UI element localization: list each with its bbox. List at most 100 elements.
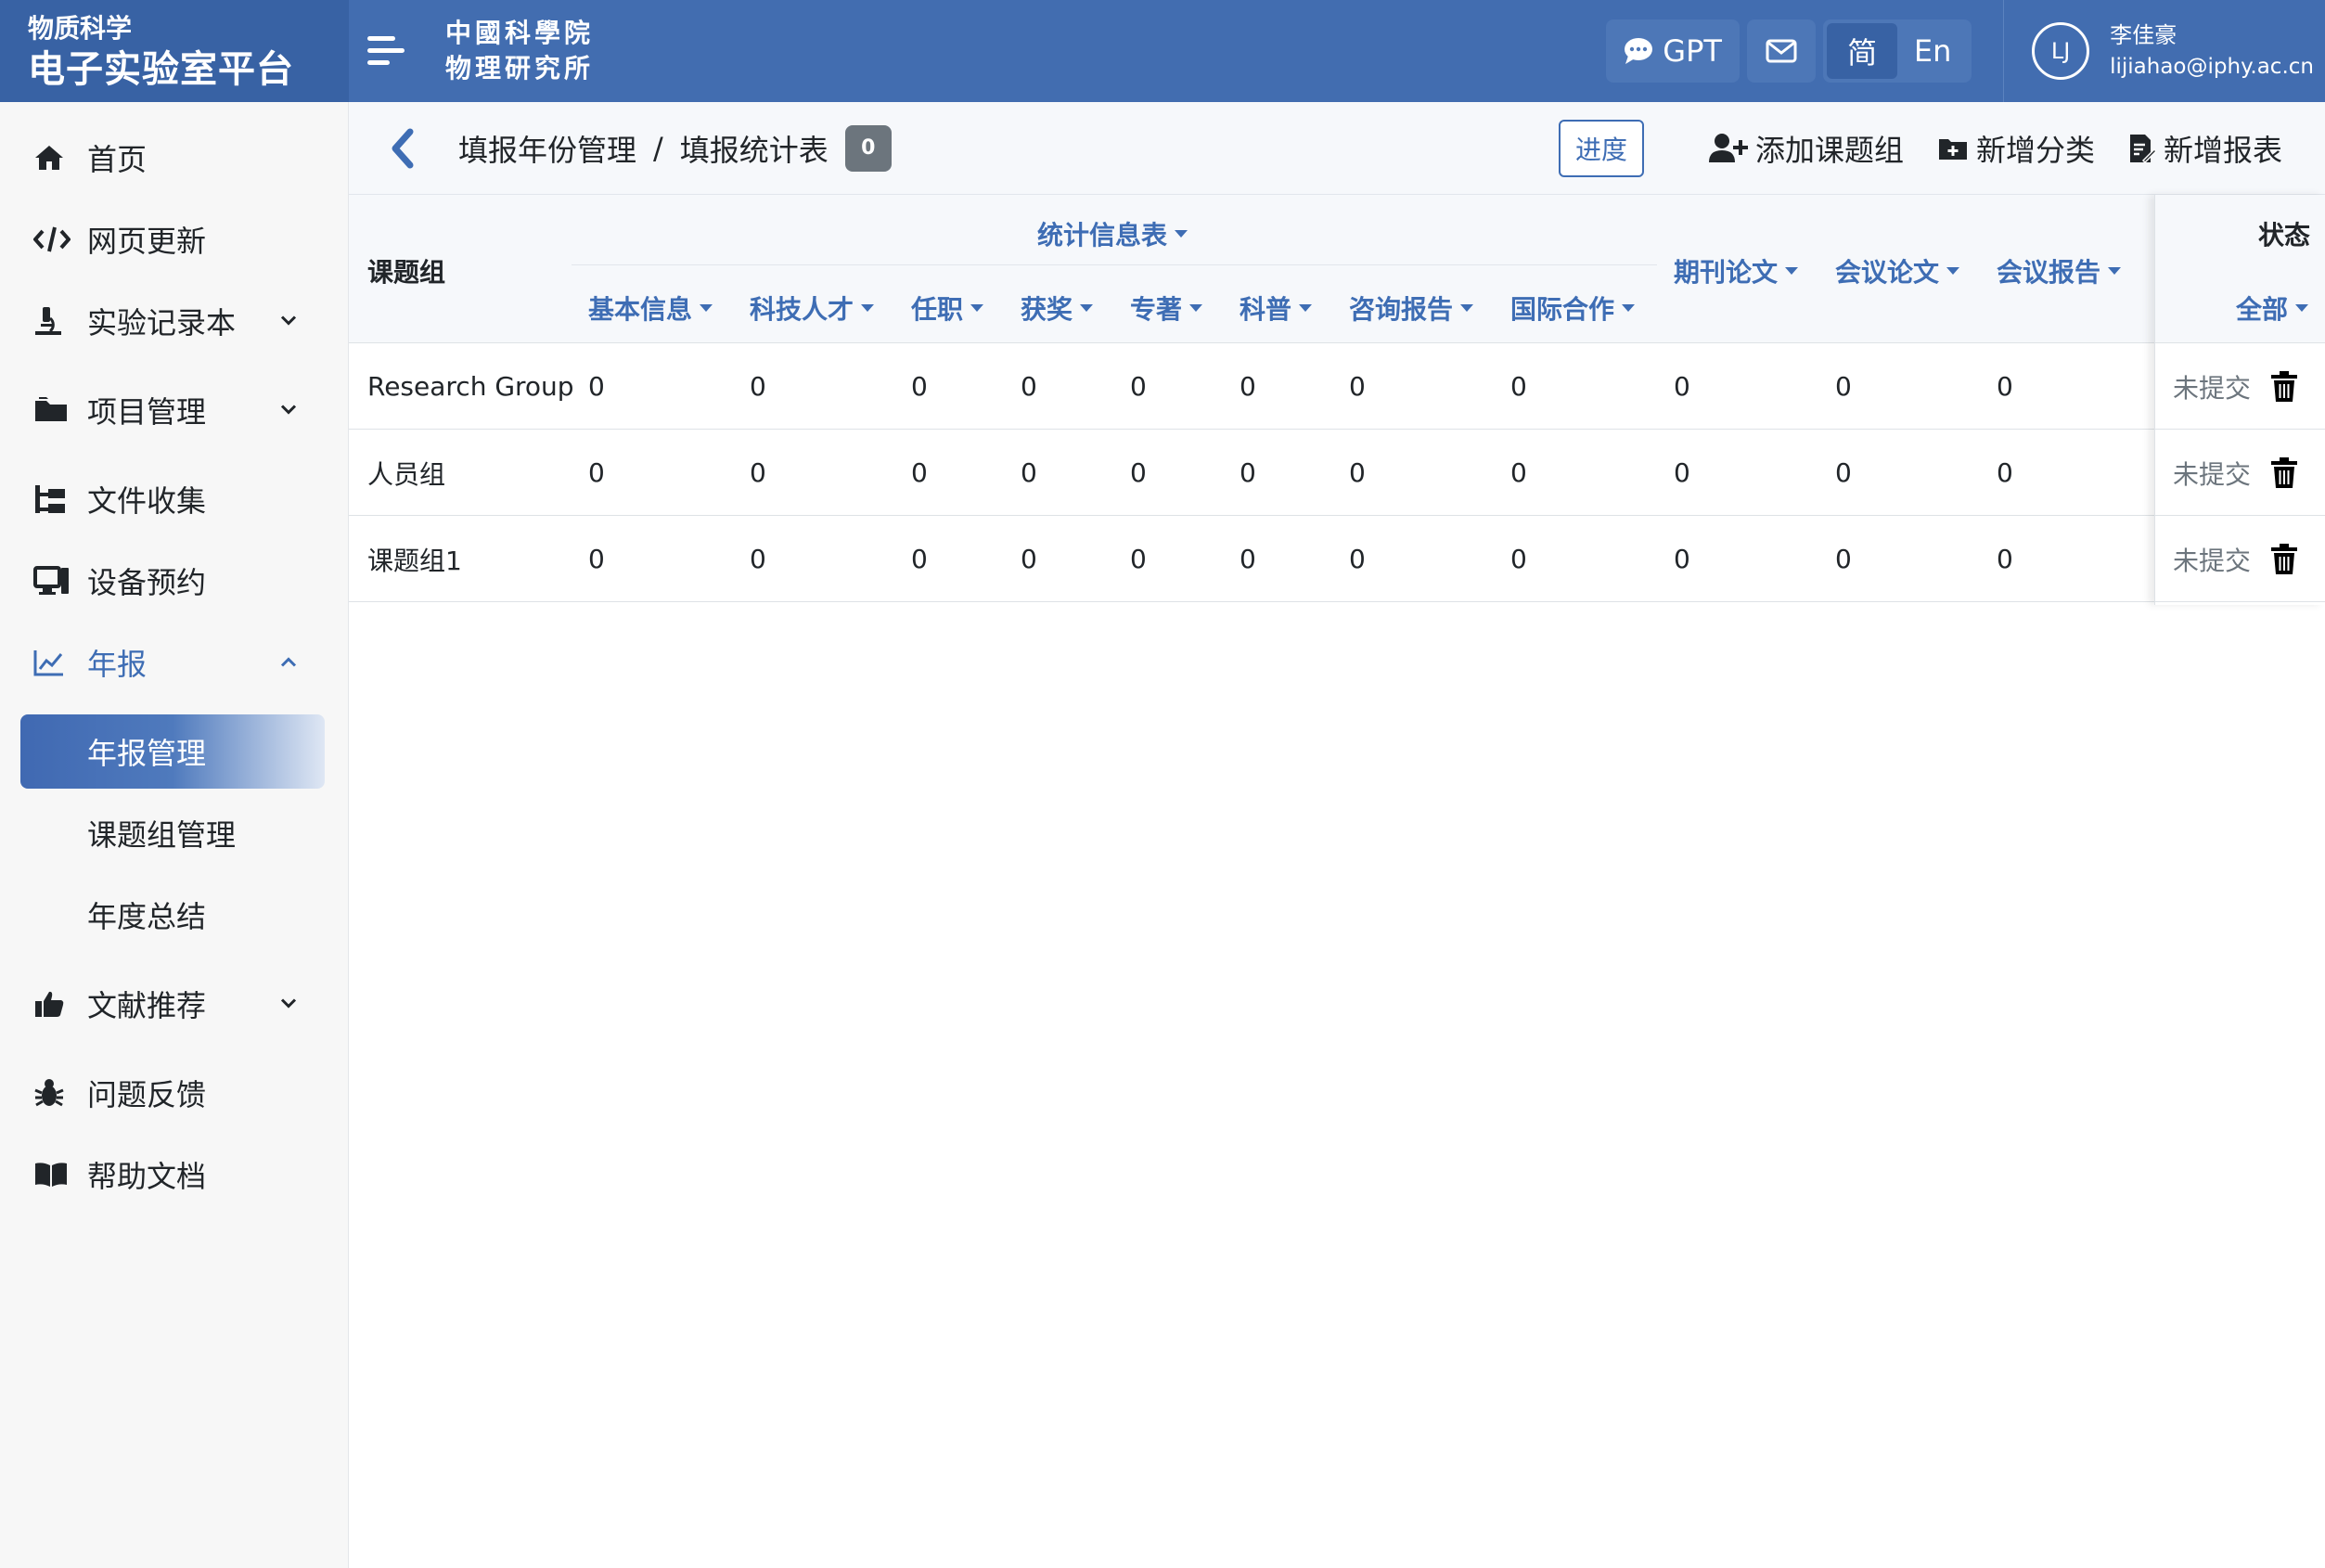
value-cell: 0 (911, 371, 928, 402)
folder-icon (20, 395, 87, 425)
sidebar-item-label: 设备预约 (87, 565, 207, 600)
group-name-cell: 课题组1 (367, 545, 462, 576)
file-edit-icon (2129, 134, 2156, 163)
breadcrumb-parent[interactable]: 填报年份管理 (458, 127, 636, 170)
sidebar-item-label: 文件收集 (87, 483, 207, 519)
sidebar-item-equipment[interactable]: 设备预约 (20, 544, 325, 618)
add-group-button[interactable]: 添加课题组 (1708, 127, 1904, 170)
value-cell: 0 (1835, 457, 1852, 488)
column-header-consult-report[interactable]: 咨询报告 (1349, 289, 1474, 327)
column-header-position[interactable]: 任职 (911, 289, 984, 327)
caret-down-icon (1785, 267, 1799, 275)
add-report-button[interactable]: 新增报表 (2128, 127, 2282, 170)
column-header-label: 科技人才 (750, 294, 854, 325)
bug-icon (20, 1077, 87, 1109)
sidebar-item-file-collect[interactable]: 文件收集 (20, 462, 325, 536)
sidebar-item-notebook[interactable]: 实验记录本 (20, 284, 325, 358)
caret-down-icon (1622, 304, 1636, 312)
chevron-down-icon (280, 313, 297, 330)
value-cell: 0 (1674, 457, 1690, 488)
sidebar-subitem-annual-manage[interactable]: 年报管理 (20, 714, 325, 789)
sidebar-item-label: 实验记录本 (87, 305, 237, 341)
sidebar-item-home[interactable]: 首页 (20, 121, 325, 195)
sidebar-item-label: 问题反馈 (87, 1077, 207, 1112)
user-plus-icon (1708, 133, 1748, 162)
sidebar-item-feedback[interactable]: 问题反馈 (20, 1056, 325, 1130)
value-cell: 0 (1835, 544, 1852, 574)
lang-zh-button[interactable]: 简 (1827, 23, 1898, 79)
sidebar-item-help[interactable]: 帮助文档 (20, 1137, 325, 1212)
mail-button[interactable] (1747, 19, 1817, 83)
sidebar-subitem-annual-summary[interactable]: 年度总结 (20, 878, 325, 952)
computer-icon (20, 566, 87, 596)
chevron-down-icon (280, 402, 297, 419)
avatar[interactable]: LJ (2032, 22, 2090, 80)
top-navbar: 物质科学 电子实验室平台 中國科學院 物理研究所 GPT 简 En LJ 李佳豪… (0, 0, 2325, 102)
column-header-stats[interactable]: 统计信息表 (1037, 215, 1188, 252)
column-header-group: 课题组 (367, 257, 446, 288)
column-header-label: 期刊论文 (1674, 257, 1779, 288)
progress-button[interactable]: 进度 (1558, 119, 1644, 177)
column-header-label: 咨询报告 (1349, 294, 1454, 325)
breadcrumb-current: 填报统计表 (679, 132, 829, 168)
column-header-monograph[interactable]: 专著 (1130, 289, 1203, 327)
column-header-journal-papers[interactable]: 期刊论文 (1674, 252, 1799, 289)
lang-en-button[interactable]: En (1897, 23, 1968, 79)
column-header-popular-science[interactable]: 科普 (1240, 289, 1313, 327)
value-cell: 0 (1674, 544, 1690, 574)
sidebar-item-projects[interactable]: 项目管理 (20, 373, 325, 447)
sidebar-item-label: 年报 (87, 647, 148, 682)
sidebar-subitem-group-manage[interactable]: 课题组管理 (20, 796, 325, 870)
brand-title: 电子实验室平台 (28, 48, 294, 91)
gpt-button[interactable]: GPT (1606, 19, 1741, 83)
sidebar-item-web-update[interactable]: 网页更新 (20, 202, 325, 276)
brand[interactable]: 物质科学 电子实验室平台 (0, 0, 349, 102)
thumbs-up-icon (20, 989, 87, 1019)
chevron-up-icon (280, 654, 297, 672)
column-header-talent[interactable]: 科技人才 (750, 289, 875, 327)
caret-down-icon (970, 304, 984, 312)
chart-line-icon (20, 649, 87, 676)
sidebar-item-label: 帮助文档 (87, 1159, 207, 1194)
book-icon (20, 1161, 87, 1189)
home-icon (20, 144, 87, 172)
column-header-intl-coop[interactable]: 国际合作 (1510, 289, 1636, 327)
sitemap-icon (20, 483, 87, 515)
language-switch: 简 En (1823, 19, 1972, 83)
value-cell: 0 (1349, 457, 1366, 488)
column-header-awards[interactable]: 获奖 (1021, 289, 1094, 327)
value-cell: 0 (911, 544, 928, 574)
back-button[interactable] (390, 128, 434, 169)
caret-down-icon (2108, 267, 2122, 275)
value-cell: 0 (1997, 457, 2013, 488)
divider (572, 264, 1657, 265)
count-badge: 0 (844, 124, 892, 172)
breadcrumb-separator: / (653, 130, 663, 166)
add-group-label: 添加课题组 (1754, 132, 1904, 168)
column-header-basic-info[interactable]: 基本信息 (588, 289, 713, 327)
column-header-label: 基本信息 (588, 294, 693, 325)
value-cell: 0 (1130, 371, 1147, 402)
breadcrumb: 填报年份管理 / 填报统计表 0 (458, 124, 892, 172)
caret-down-icon (1080, 304, 1094, 312)
column-header-label: 获奖 (1021, 294, 1073, 325)
table-row: 人员组 0 0 0 0 0 0 0 0 0 0 0 未提交 (349, 430, 2325, 516)
table-header: 课题组 统计信息表 基本信息 科技人才 任职 获奖 专著 科普 咨询报告 国际合… (349, 195, 2325, 343)
sidebar-item-annual-report[interactable]: 年报 (20, 625, 325, 700)
menu-toggle-icon[interactable] (367, 31, 408, 71)
value-cell: 0 (1349, 371, 1366, 402)
user-info[interactable]: 李佳豪 lijiahao@iphy.ac.cn (2110, 19, 2314, 83)
value-cell: 0 (1021, 457, 1037, 488)
add-category-button[interactable]: 新增分类 (1937, 127, 2095, 170)
user-email: lijiahao@iphy.ac.cn (2110, 55, 2314, 79)
stats-table: 课题组 统计信息表 基本信息 科技人才 任职 获奖 专著 科普 咨询报告 国际合… (349, 195, 2325, 605)
sidebar-item-literature[interactable]: 文献推荐 (20, 967, 325, 1041)
column-header-conf-papers[interactable]: 会议论文 (1835, 252, 1960, 289)
sidebar: 首页 网页更新 实验记录本 项目管理 文件收集 设备预约 年报 年报管理 课题组… (0, 102, 349, 1568)
column-header-conf-reports[interactable]: 会议报告 (1997, 252, 2122, 289)
folder-plus-icon (1938, 138, 1967, 160)
content-header: 填报年份管理 / 填报统计表 0 进度 添加课题组 新增分类 新增报表 (349, 102, 2325, 195)
caret-down-icon (1299, 304, 1313, 312)
value-cell: 0 (1510, 457, 1527, 488)
column-header-label: 国际合作 (1510, 294, 1615, 325)
